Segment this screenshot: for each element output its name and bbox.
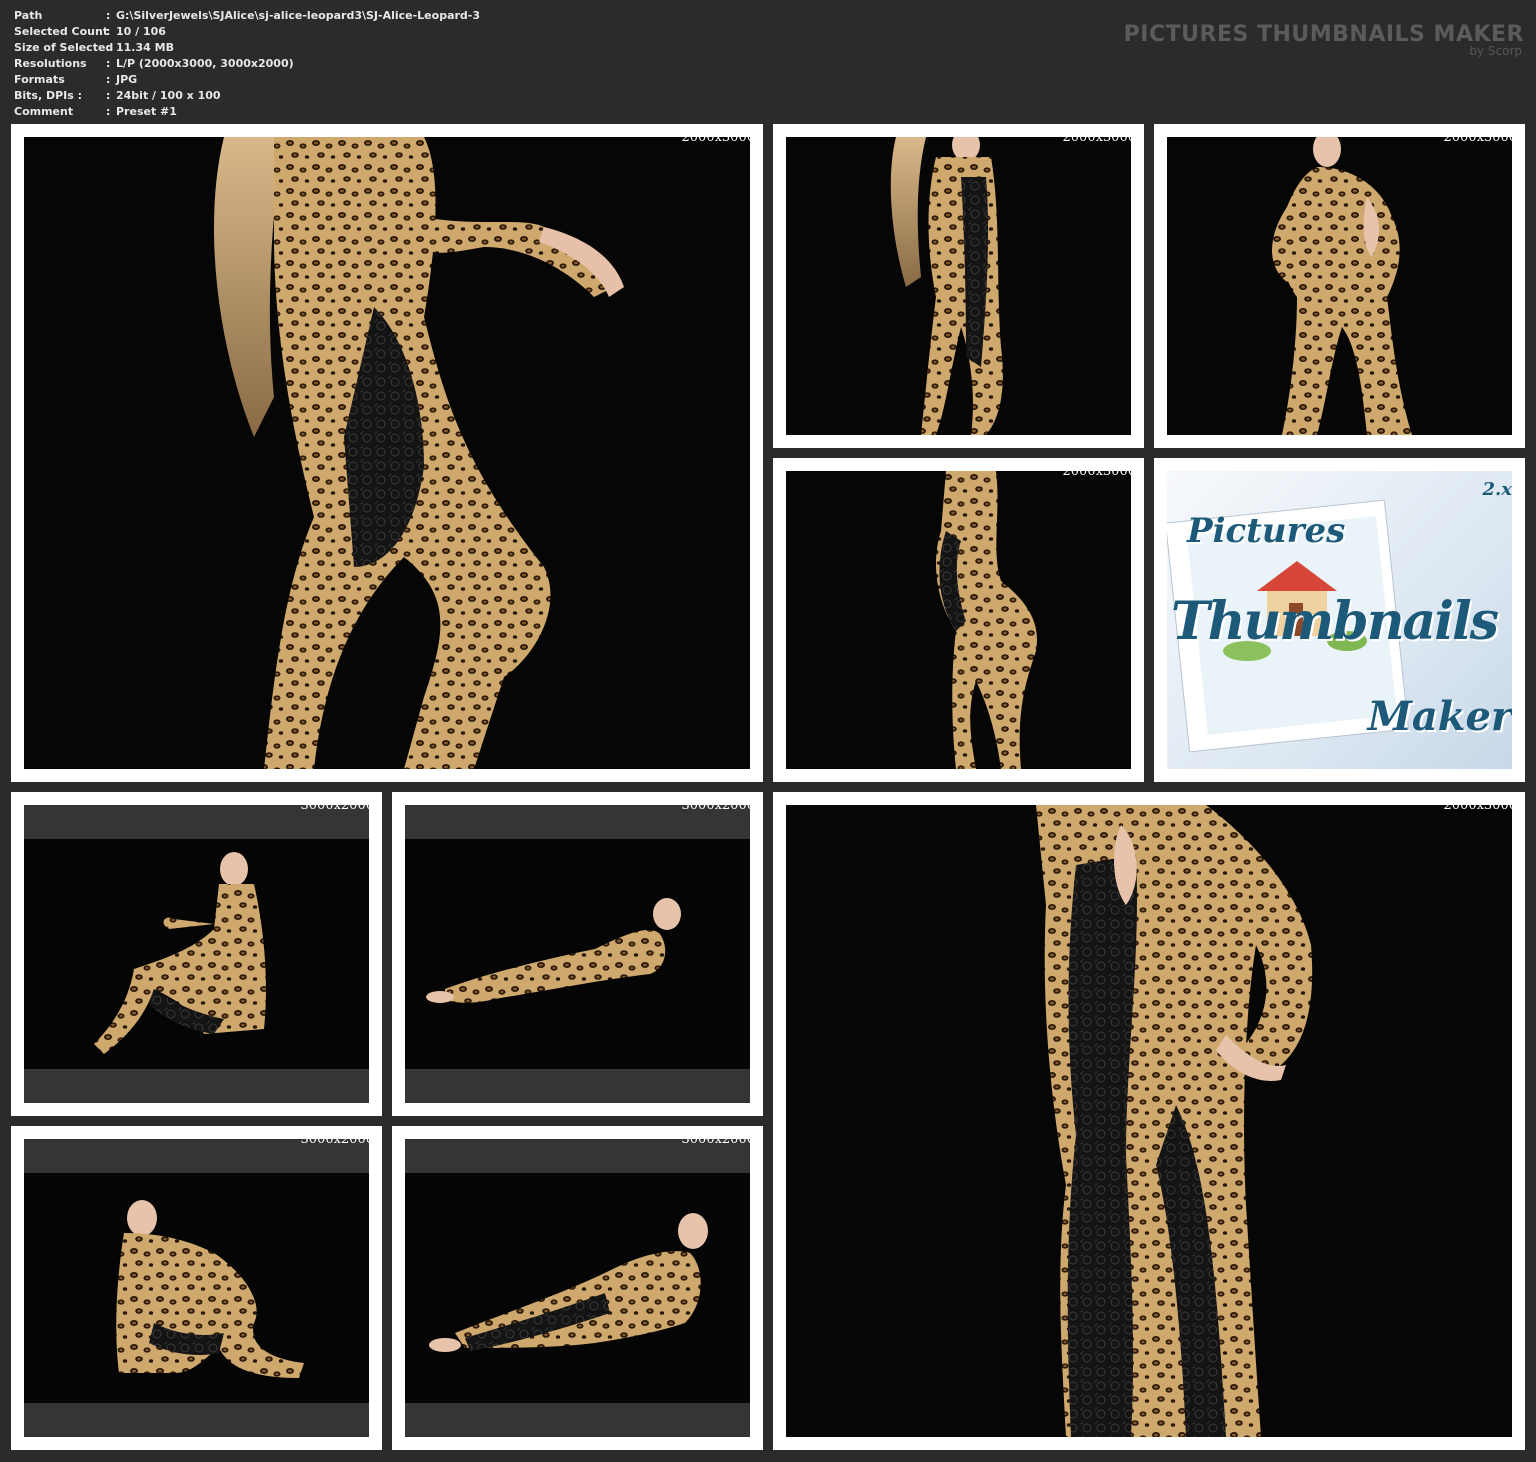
leopard-figure-illustration — [429, 1213, 708, 1352]
info-row-path: Path : G:\SilverJewels\SJAlice\sj-alice-… — [14, 8, 480, 24]
logo-word-pictures: Pictures — [1187, 511, 1346, 551]
resolution-label: 2000x3000 — [1443, 798, 1518, 813]
info-separator: : — [106, 89, 111, 102]
thumbnail-6[interactable]: 3000x2000 — [11, 792, 382, 1116]
info-row-selected-count: Selected Count : 10 / 106 — [14, 24, 480, 40]
info-separator: : — [106, 105, 111, 118]
leopard-figure-illustration — [1036, 805, 1313, 1437]
thumbnail-9[interactable]: 3000x2000 — [11, 1126, 382, 1450]
leopard-figure-illustration — [94, 852, 266, 1054]
resolution-label: 2000x3000 — [1062, 130, 1137, 145]
leopard-figure-illustration — [890, 137, 1003, 435]
thumbnail-3[interactable]: 2000x3000 — [1154, 124, 1525, 448]
info-panel: Path : G:\SilverJewels\SJAlice\sj-alice-… — [14, 8, 480, 120]
info-separator: : — [106, 57, 111, 70]
logo-word-thumbnails: Thumbnails — [1171, 591, 1499, 652]
photo — [24, 805, 369, 1103]
thumbnail-7[interactable]: 3000x2000 — [392, 792, 763, 1116]
info-row-size: Size of Selected : 11.34 MB — [14, 40, 480, 56]
photo-content — [24, 839, 369, 1069]
thumbnail-5-app-logo[interactable]: 2.x Pictures Thumbnails Maker — [1154, 458, 1525, 782]
leopard-figure-illustration — [936, 471, 1037, 769]
photo — [786, 137, 1131, 435]
thumbnail-1[interactable]: 2000x3000 — [11, 124, 763, 782]
resolution-label: 3000x2000 — [300, 798, 375, 813]
info-key: Size of Selected — [14, 41, 114, 54]
info-value: 10 / 106 — [116, 25, 166, 38]
resolution-label: 3000x2000 — [300, 1132, 375, 1147]
logo-version: 2.x — [1482, 479, 1512, 500]
resolution-label: 2000x3000 — [681, 130, 756, 145]
info-row-formats: Formats : JPG — [14, 72, 480, 88]
info-key: Formats — [14, 73, 65, 86]
thumbnail-8[interactable]: 2000x3000 — [773, 792, 1525, 1450]
logo-word-maker: Maker — [1367, 693, 1512, 740]
info-row-bits-dpis: Bits, DPIs : : 24bit / 100 x 100 — [14, 88, 480, 104]
info-separator: : — [106, 41, 111, 54]
photo-content — [405, 839, 750, 1069]
info-key: Bits, DPIs : — [14, 89, 83, 102]
brand-title: PICTURES THUMBNAILS MAKER — [1123, 22, 1524, 47]
thumbnail-4[interactable]: 2000x3000 — [773, 458, 1144, 782]
leopard-figure-illustration — [426, 898, 681, 1003]
resolution-label: 3000x2000 — [681, 798, 756, 813]
info-key: Selected Count — [14, 25, 109, 38]
leopard-figure-illustration — [116, 1200, 304, 1378]
info-value: L/P (2000x3000, 3000x2000) — [116, 57, 294, 70]
thumbnail-10[interactable]: 3000x2000 — [392, 1126, 763, 1450]
photo-content — [405, 1173, 750, 1403]
contact-sheet: Path : G:\SilverJewels\SJAlice\sj-alice-… — [0, 0, 1536, 1462]
info-key: Path — [14, 9, 43, 22]
leopard-figure-illustration — [214, 137, 624, 769]
photo — [786, 471, 1131, 769]
info-row-comment: Comment : Preset #1 — [14, 104, 480, 120]
photo — [405, 805, 750, 1103]
resolution-label: 3000x2000 — [681, 1132, 756, 1147]
info-key: Resolutions — [14, 57, 87, 70]
info-row-resolutions: Resolutions : L/P (2000x3000, 3000x2000) — [14, 56, 480, 72]
photo — [24, 137, 750, 769]
info-separator: : — [106, 73, 111, 86]
photo-content — [24, 1173, 369, 1403]
info-value: 11.34 MB — [116, 41, 174, 54]
info-separator: : — [106, 25, 111, 38]
info-separator: : — [106, 9, 111, 22]
info-value: Preset #1 — [116, 105, 177, 118]
brand-watermark: PICTURES THUMBNAILS MAKER by Scorp — [1124, 22, 1524, 58]
resolution-label: 2000x3000 — [1443, 130, 1518, 145]
info-value: 24bit / 100 x 100 — [116, 89, 221, 102]
resolution-label: 2000x3000 — [1062, 464, 1137, 479]
info-key: Comment — [14, 105, 74, 118]
photo — [24, 1139, 369, 1437]
photo — [405, 1139, 750, 1437]
thumbnail-2[interactable]: 2000x3000 — [773, 124, 1144, 448]
info-value: JPG — [116, 73, 138, 86]
logo-image: 2.x Pictures Thumbnails Maker — [1167, 471, 1512, 769]
leopard-figure-illustration — [1272, 137, 1412, 435]
photo — [786, 805, 1512, 1437]
photo — [1167, 137, 1512, 435]
info-value: G:\SilverJewels\SJAlice\sj-alice-leopard… — [116, 9, 481, 22]
